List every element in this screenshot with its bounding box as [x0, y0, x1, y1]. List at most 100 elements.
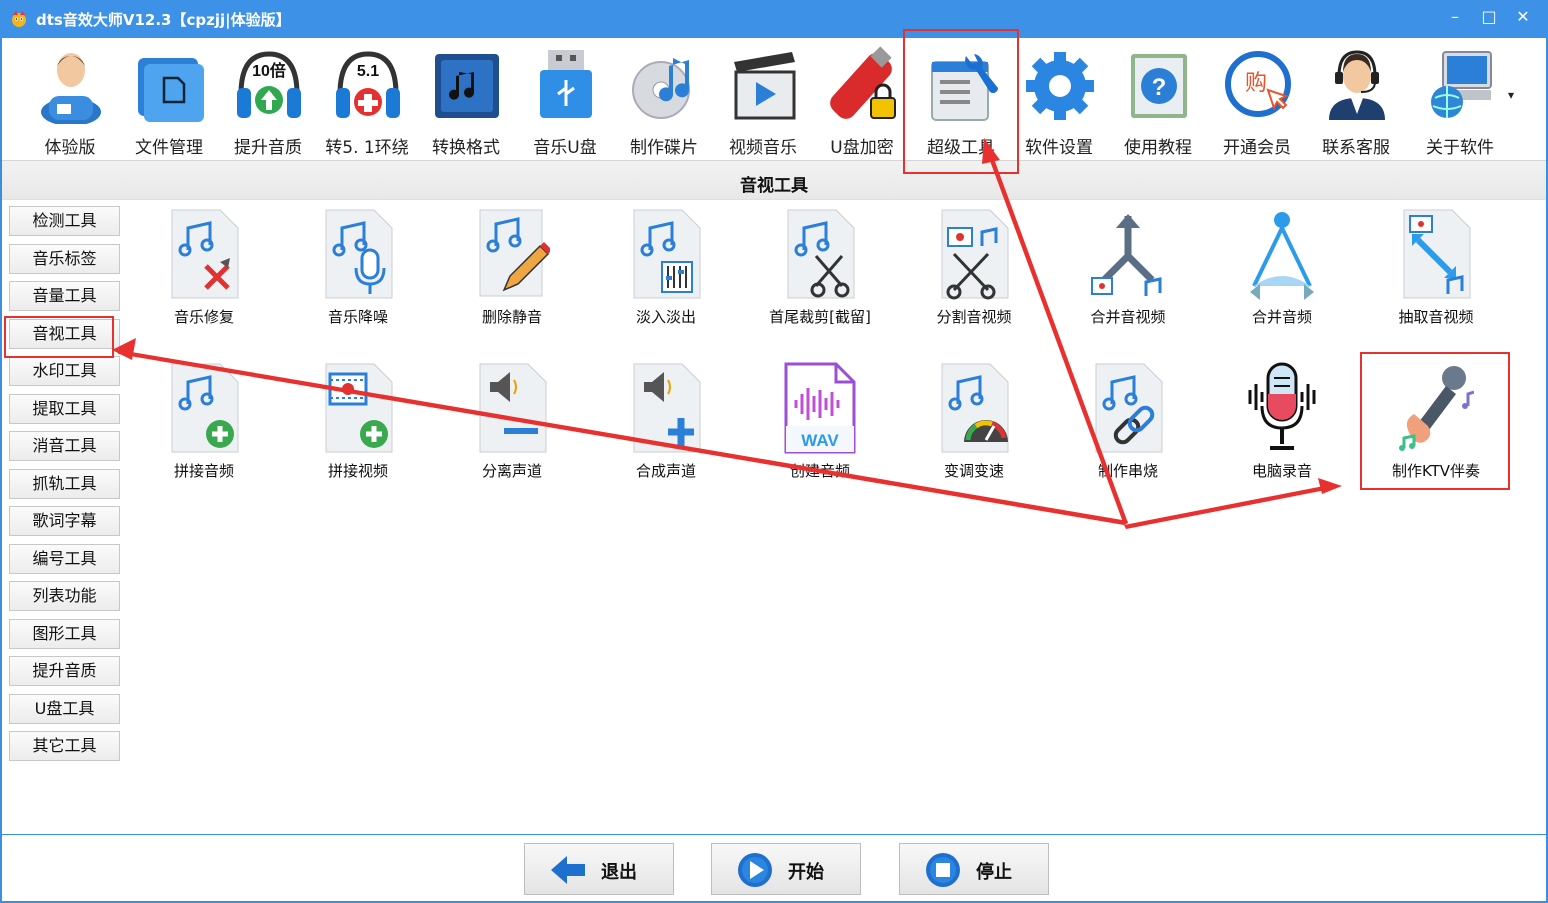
maximize-button[interactable]: □ — [1474, 4, 1504, 30]
toolbar-label: 软件设置 — [1025, 138, 1093, 158]
close-button[interactable]: ✕ — [1508, 4, 1538, 30]
tool-trim-head-tail[interactable]: 首尾裁剪[截留] — [760, 202, 880, 342]
sidebar-item-rip-tools[interactable]: 抓轨工具 — [9, 469, 120, 499]
play-icon — [738, 853, 772, 887]
svg-text:WAV: WAV — [801, 431, 839, 450]
help-book-icon: ? — [1131, 54, 1187, 118]
toolbar-settings[interactable]: 软件设置 — [1010, 40, 1108, 158]
start-button[interactable]: 开始 — [711, 843, 861, 895]
folder-icon — [138, 58, 204, 122]
toolbar-label: 使用教程 — [1124, 138, 1192, 158]
tool-merge-audio[interactable]: 合并音频 — [1222, 202, 1342, 342]
headphones-10x-icon: 10倍 — [237, 51, 301, 118]
join-audio-icon — [171, 363, 239, 453]
tool-label: 淡入淡出 — [635, 308, 696, 326]
sidebar-item-graphics-tools[interactable]: 图形工具 — [9, 619, 120, 649]
bottom-bar: 退出 开始 停止 — [2, 834, 1546, 901]
svg-text:购: 购 — [1245, 71, 1267, 96]
separate-channel-icon — [479, 363, 547, 453]
title-bar: dts音效大师V12.3【cpzjj|体验版】 – □ ✕ — [0, 0, 1548, 38]
stop-button[interactable]: 停止 — [899, 843, 1049, 895]
headphones-51-icon: 5.1 — [336, 51, 400, 118]
svg-text:?: ? — [1152, 74, 1167, 101]
sidebar-item-usb-tools[interactable]: U盘工具 — [9, 694, 120, 724]
wrench-tools-icon — [931, 54, 998, 121]
sidebar-item-lyrics-subtitles[interactable]: 歌词字幕 — [9, 506, 120, 536]
tool-music-repair[interactable]: 音乐修复 — [144, 202, 264, 342]
toolbar-label: 制作碟片 — [630, 138, 698, 158]
toolbar-about[interactable]: 关于软件 — [1411, 40, 1509, 158]
tool-remove-silence[interactable]: 删除静音 — [452, 202, 572, 342]
toolbar-label: 视频音乐 — [729, 138, 797, 158]
toolbar-burn-disc[interactable]: 制作碟片 — [615, 40, 713, 158]
toolbar-surround-51[interactable]: 5.1 转5. 1环绕 — [318, 40, 416, 158]
tool-create-audio[interactable]: WAV 创建音频 — [760, 356, 880, 496]
sidebar-item-improve-quality[interactable]: 提升音质 — [9, 656, 120, 686]
toolbar-tutorial[interactable]: ? 使用教程 — [1109, 40, 1207, 158]
tool-pc-record[interactable]: 电脑录音 — [1222, 356, 1342, 496]
exit-button[interactable]: 退出 — [524, 843, 674, 895]
tool-join-audio[interactable]: 拼接音频 — [144, 356, 264, 496]
sidebar-item-extract-tools[interactable]: 提取工具 — [9, 394, 120, 424]
window-title: dts音效大师V12.3【cpzjj|体验版】 — [36, 11, 291, 29]
toolbar-customer-service[interactable]: 联系客服 — [1307, 40, 1405, 158]
toolbar-label: 超级工具 — [927, 138, 995, 158]
remove-silence-icon — [479, 209, 550, 297]
sidebar-item-numbering-tools[interactable]: 编号工具 — [9, 544, 120, 574]
tool-label: 抽取音视频 — [1398, 308, 1474, 326]
app-logo-icon — [12, 11, 26, 27]
toolbar-membership[interactable]: 购 开通会员 — [1208, 40, 1306, 158]
tool-label: 制作KTV伴奏 — [1391, 462, 1481, 480]
extract-av-icon — [1403, 209, 1471, 299]
toolbar-more-chevron-down-icon[interactable]: ▾ — [1508, 88, 1522, 102]
toolbar-video-music[interactable]: 视频音乐 — [714, 40, 812, 158]
customer-service-icon — [1329, 50, 1385, 120]
tool-split-av[interactable]: 分割音视频 — [914, 202, 1034, 342]
sidebar-item-watermark-tools[interactable]: 水印工具 — [9, 356, 120, 386]
tool-label: 电脑录音 — [1251, 462, 1312, 480]
toolbar-music-usb[interactable]: 音乐U盘 — [516, 40, 614, 158]
toolbar-improve-quality[interactable]: 10倍 提升音质 — [219, 40, 317, 158]
toolbar-trial-version[interactable]: 体验版 — [21, 40, 119, 158]
tool-label: 合并音频 — [1251, 308, 1312, 326]
sidebar-item-vocal-remove-tools[interactable]: 消音工具 — [9, 431, 120, 461]
tool-join-video[interactable]: 拼接视频 — [298, 356, 418, 496]
main-toolbar: 体验版 文件管理 10倍 提升音质 5.1 转5. 1环绕 转换格式 音乐U盘 … — [2, 38, 1546, 160]
trim-scissors-icon — [787, 209, 855, 299]
sidebar-item-music-tags[interactable]: 音乐标签 — [9, 244, 120, 274]
tool-separate-channel[interactable]: 分离声道 — [452, 356, 572, 496]
tool-label: 删除静音 — [481, 308, 542, 326]
tool-make-medley[interactable]: 制作串烧 — [1068, 356, 1188, 496]
toolbar-file-manager[interactable]: 文件管理 — [120, 40, 218, 158]
section-title: 音视工具 — [740, 176, 808, 196]
computer-globe-icon — [1431, 51, 1492, 118]
tool-fade-in-out[interactable]: 淡入淡出 — [606, 202, 726, 342]
karaoke-mic-icon — [1399, 366, 1474, 451]
tool-label: 创建音频 — [789, 462, 850, 480]
toolbar-super-tools[interactable]: 超级工具 — [912, 40, 1010, 158]
toolbar-label: 联系客服 — [1322, 138, 1390, 158]
sidebar-item-list-functions[interactable]: 列表功能 — [9, 581, 120, 611]
split-av-icon — [941, 209, 1009, 300]
toolbar-convert-format[interactable]: 转换格式 — [417, 40, 515, 158]
tool-label: 拼接视频 — [327, 462, 388, 480]
music-repair-icon — [171, 209, 239, 299]
start-button-label: 开始 — [788, 862, 824, 883]
gear-icon — [1026, 52, 1094, 120]
tool-combine-channel[interactable]: 合成声道 — [606, 356, 726, 496]
sidebar-item-detect-tools[interactable]: 检测工具 — [9, 206, 120, 236]
toolbar-usb-encrypt[interactable]: U盘加密 — [813, 40, 911, 158]
tool-label: 拼接音频 — [173, 462, 234, 480]
sidebar-item-other-tools[interactable]: 其它工具 — [9, 731, 120, 761]
tool-merge-av[interactable]: 合并音视频 — [1068, 202, 1188, 342]
sidebar-item-volume-tools[interactable]: 音量工具 — [9, 281, 120, 311]
tool-music-denoise[interactable]: 音乐降噪 — [298, 202, 418, 342]
sidebar-item-av-tools[interactable]: 音视工具 — [9, 319, 120, 349]
tool-make-ktv-accompaniment[interactable]: 制作KTV伴奏 — [1376, 356, 1496, 496]
minimize-button[interactable]: – — [1440, 4, 1470, 30]
tool-pitch-speed[interactable]: 变调变速 — [914, 356, 1034, 496]
tool-label: 音乐降噪 — [327, 308, 388, 326]
arrow-left-icon — [551, 856, 585, 884]
tool-extract-av[interactable]: 抽取音视频 — [1376, 202, 1496, 342]
medley-link-icon — [1095, 363, 1163, 453]
